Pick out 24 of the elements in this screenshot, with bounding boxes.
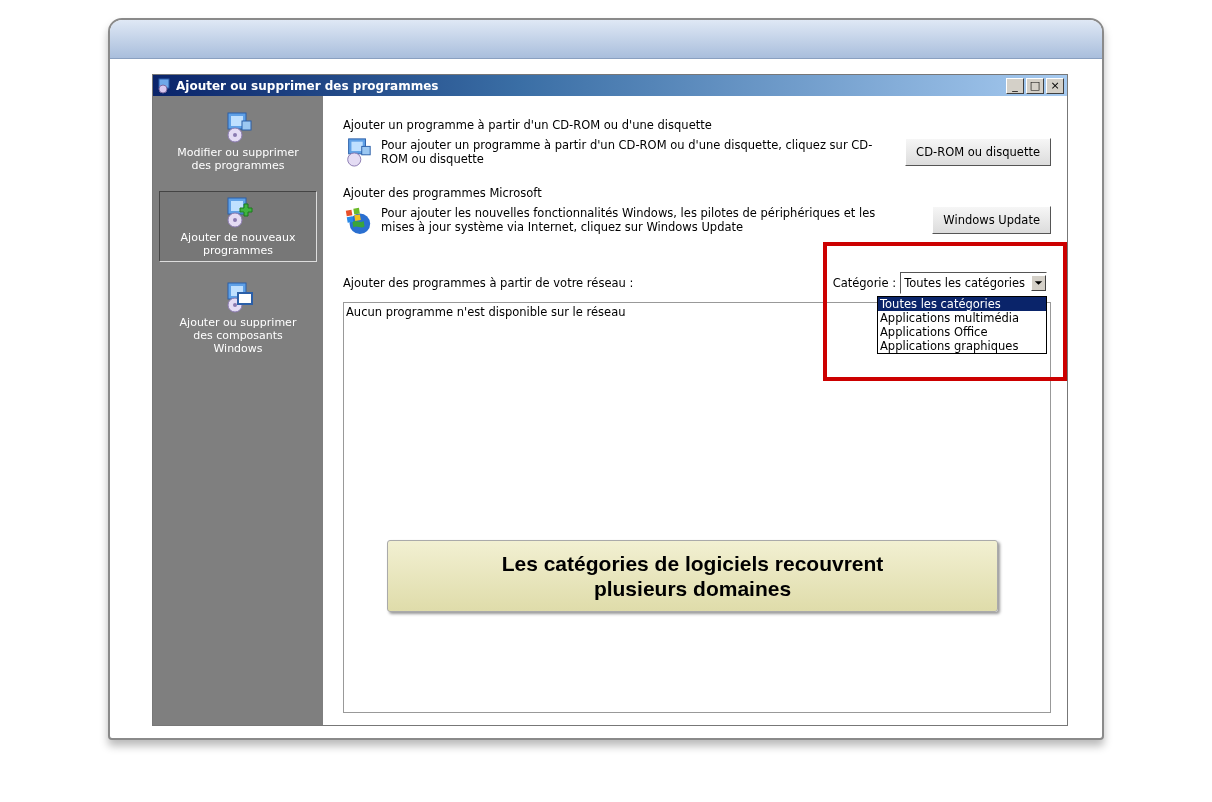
description-text: Pour ajouter les nouvelles fonctionnalités Windows, les pilotes de périphériques et les mises à jour système via Internet, cliquez sur Windows Update	[381, 206, 877, 234]
window-title: Ajouter ou supprimer des programmes	[176, 78, 440, 93]
programs-icon	[156, 77, 172, 94]
close-button[interactable]: ×	[1046, 77, 1064, 94]
dropdown-option[interactable]: Applications multimédia	[878, 311, 1046, 325]
sidebar-item[interactable]: Ajouter ou supprimer des composants Windows	[159, 276, 317, 360]
description-text: Pour ajouter un programme à partir d'un CD-ROM ou d'une disquette, cliquez sur CD-ROM ou disquette	[381, 138, 874, 166]
maximize-button[interactable]: □	[1026, 77, 1044, 94]
sidebar-item[interactable]: Modifier ou supprimer des programmes	[159, 106, 317, 177]
minimize-button[interactable]: _	[1006, 77, 1024, 94]
action-button[interactable]: CD-ROM ou disquette	[905, 138, 1051, 166]
dropdown-option[interactable]: Toutes les catégories	[878, 297, 1046, 311]
action-button[interactable]: Windows Update	[932, 206, 1051, 234]
sidebar-item[interactable]: Ajouter de nouveaux programmes	[159, 191, 317, 262]
dropdown-option[interactable]: Applications Office	[878, 325, 1046, 339]
callout: Les catégories de logiciels recouvrent plusieurs domaines	[387, 540, 998, 612]
section-heading: Ajouter des programmes Microsoft	[343, 186, 543, 200]
caret-icon	[1031, 275, 1046, 291]
empty-message: Aucun programme n'est disponible sur le réseau	[346, 305, 626, 319]
category-label: Catégorie :	[832, 276, 897, 290]
section-heading: Ajouter un programme à partir d'un CD-ROM ou d'une disquette	[343, 118, 713, 132]
section-heading: Ajouter des programmes à partir de votre réseau :	[343, 276, 634, 290]
dropdown-option[interactable]: Applications graphiques	[878, 339, 1046, 353]
category-dropdown[interactable]: Toutes les catégories	[900, 272, 1047, 294]
